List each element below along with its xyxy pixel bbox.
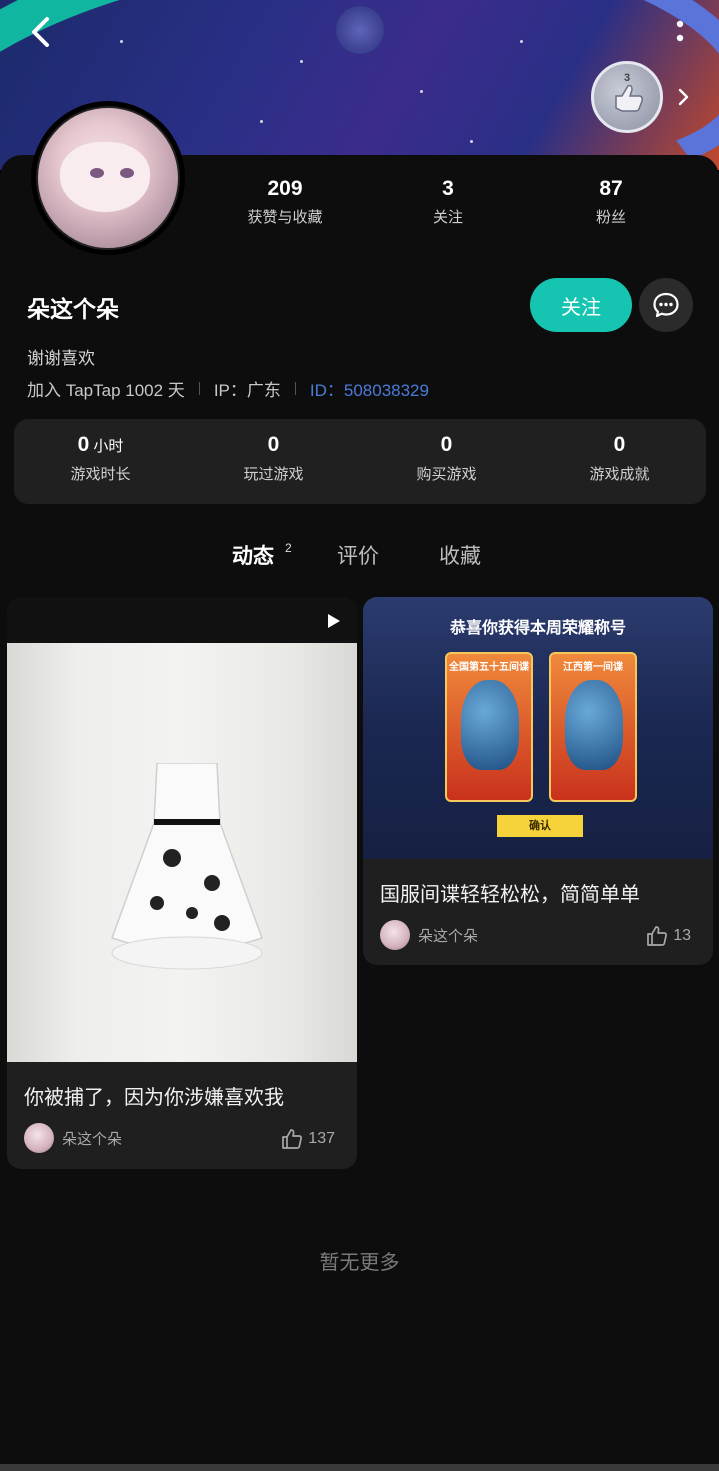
stat-followers[interactable]: 87 粉丝 [551, 176, 671, 227]
nickname: 朵这个朵 [27, 296, 119, 322]
game-stat-achievements[interactable]: 0 游戏成就 [533, 433, 706, 484]
thumbnail-banner-text: 恭喜你获得本周荣耀称号 [449, 620, 626, 637]
game-stat-purchased[interactable]: 0 购买游戏 [360, 433, 533, 484]
divider [198, 382, 200, 395]
tab-reviews[interactable]: 评价 [337, 540, 379, 570]
game-stat-label: 玩过游戏 [243, 466, 304, 483]
game-stat-playtime[interactable]: 0 小时 游戏时长 [14, 433, 187, 484]
top-bar [0, 0, 719, 64]
author-avatar [380, 920, 410, 950]
honor-card-right: 江西第一间谍 [549, 652, 637, 802]
stat-value: 87 [599, 177, 623, 200]
game-stat-value: 0 [440, 433, 453, 456]
game-stats-card: 0 小时 游戏时长 0 玩过游戏 0 购买游戏 0 游戏成就 [14, 419, 706, 504]
ip-location: IP：广东 [213, 381, 281, 400]
post-card[interactable]: 恭喜你获得本周荣耀称号 全国第五十五间谍 江西第一间谍 确认 国服间谍轻轻松松，… [363, 597, 713, 965]
no-more-text: 暂无更多 [319, 1252, 400, 1274]
thumbs-up-icon [647, 926, 668, 946]
joined-days: 加入 TapTap 1002 天 [27, 381, 185, 400]
like-count: 137 [308, 1130, 335, 1147]
stat-label: 关注 [432, 209, 463, 226]
author-avatar [24, 1123, 54, 1153]
author-name: 朵这个朵 [62, 1130, 123, 1148]
game-stat-value: 0 [613, 433, 626, 456]
profile-meta: 加入 TapTap 1002 天 IP：广东 ID：508038329 [27, 376, 429, 401]
dress-illustration [111, 763, 263, 970]
like-button[interactable]: 13 [646, 925, 691, 947]
post-title: 国服间谍轻轻松松，简简单单 [380, 884, 640, 906]
like-count: 13 [673, 927, 691, 944]
post-thumbnail [7, 597, 357, 1062]
post-card[interactable]: 你被捕了，因为你涉嫌喜欢我 朵这个朵 137 [7, 597, 357, 1169]
achievement-badge[interactable]: 3 [591, 61, 663, 133]
honor-card-caption: 全国第五十五间谍 [449, 662, 529, 673]
post-author[interactable]: 朵这个朵 [380, 920, 478, 950]
honor-card-caption: 江西第一间谍 [563, 662, 623, 673]
stat-label: 获赞与收藏 [247, 209, 323, 226]
game-stat-value: 0 [77, 433, 90, 456]
chevron-right-icon[interactable] [672, 84, 694, 110]
tab-posts[interactable]: 动态 [232, 540, 274, 570]
tab-favorites[interactable]: 收藏 [439, 540, 481, 570]
chat-bubble-icon [653, 292, 679, 318]
thumbnail-confirm-label: 确认 [497, 815, 583, 837]
game-stat-played[interactable]: 0 玩过游戏 [187, 433, 360, 484]
post-thumbnail: 恭喜你获得本周荣耀称号 全国第五十五间谍 江西第一间谍 确认 [363, 597, 713, 859]
stat-likes[interactable]: 209 获赞与收藏 [225, 176, 345, 227]
game-stat-value: 0 [267, 433, 280, 456]
user-id[interactable]: ID：508038329 [310, 376, 429, 401]
tab-posts-count: 2 [285, 541, 292, 555]
post-title: 你被捕了，因为你涉嫌喜欢我 [24, 1087, 284, 1109]
thumbs-up-icon [615, 84, 643, 112]
bio-text: 谢谢喜欢 [27, 349, 95, 368]
divider [294, 382, 296, 395]
more-vertical-icon[interactable] [664, 14, 696, 50]
stat-label: 粉丝 [595, 209, 626, 226]
stat-value: 209 [267, 177, 303, 200]
game-stat-label: 游戏成就 [589, 466, 650, 483]
back-arrow-icon[interactable] [22, 12, 62, 52]
avatar[interactable] [31, 101, 185, 255]
post-photo [7, 643, 357, 1062]
game-stat-unit: 小时 [93, 438, 124, 455]
like-button[interactable]: 137 [281, 1128, 335, 1150]
video-play-icon [328, 614, 340, 628]
message-button[interactable] [639, 278, 693, 332]
home-indicator [0, 1464, 719, 1471]
game-stat-label: 游戏时长 [70, 466, 131, 483]
honor-card-left: 全国第五十五间谍 [445, 652, 533, 802]
follow-button[interactable]: 关注 [530, 278, 632, 332]
author-name: 朵这个朵 [418, 927, 479, 945]
thumbs-up-icon [282, 1129, 303, 1149]
game-stat-label: 购买游戏 [416, 466, 477, 483]
stat-value: 3 [442, 177, 454, 200]
post-author[interactable]: 朵这个朵 [24, 1123, 122, 1153]
stat-following[interactable]: 3 关注 [388, 176, 508, 227]
banner-logo-icon [336, 6, 384, 54]
content-tabs: 动态 评价 收藏 [0, 540, 719, 580]
